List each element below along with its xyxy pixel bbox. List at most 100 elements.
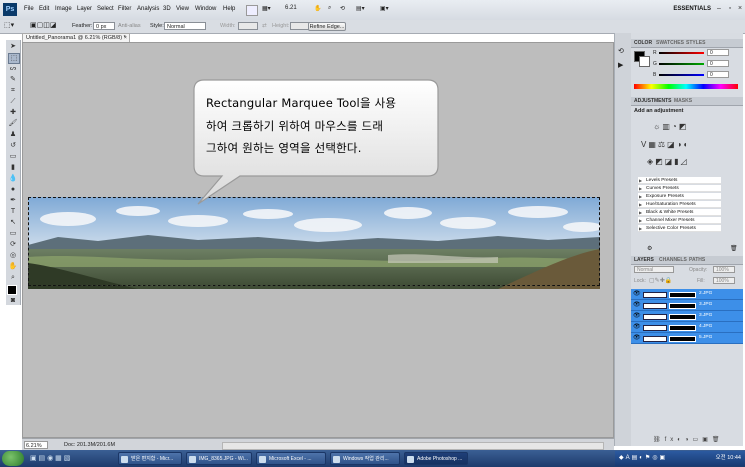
tab-adjustments[interactable]: ADJUSTMENTS	[634, 98, 672, 104]
hand-tool-side-icon[interactable]: ✋	[8, 262, 18, 271]
menu-analysis[interactable]: Analysis	[137, 6, 159, 12]
adjustment-icons-row-3[interactable]: ◈◩◪▮◿	[647, 157, 689, 166]
color-slider-b[interactable]	[659, 74, 704, 76]
shape-tool-icon[interactable]: ▭	[8, 229, 18, 238]
hand-tool-icon[interactable]: ✋	[314, 5, 321, 14]
refine-edge-button[interactable]: Refine Edge...	[308, 22, 346, 31]
color-background-swatch[interactable]	[639, 56, 650, 67]
tray-icons[interactable]: ◆A▤◐⚑◎▣	[619, 451, 667, 466]
eraser-tool-icon[interactable]: ▭	[8, 152, 18, 161]
rotate-view-icon[interactable]: ⟲	[340, 5, 345, 14]
blend-mode-select[interactable]: Normal	[634, 266, 674, 273]
preset-levels[interactable]: Levels Presets	[638, 177, 721, 184]
gradient-tool-icon[interactable]: ▮	[8, 163, 18, 172]
taskbar-clock[interactable]: 오전 10:44	[716, 451, 741, 466]
preset-black-white[interactable]: Black & White Presets	[638, 209, 721, 216]
menu-image[interactable]: Image	[55, 6, 72, 12]
workspace-switcher[interactable]: ESSENTIALS	[673, 6, 711, 12]
minimize-icon[interactable]: –	[715, 4, 723, 14]
color-value-g[interactable]: 0	[707, 60, 729, 67]
3d-rotate-tool-icon[interactable]: ⟳	[8, 240, 18, 249]
layer-row[interactable]: 👁 4.JPG	[631, 322, 743, 333]
fill-input[interactable]: 100%	[713, 277, 735, 284]
document-close-icon[interactable]: ×	[124, 34, 127, 42]
preset-hue-saturation[interactable]: Hue/Saturation Presets	[638, 201, 721, 208]
pen-tool-icon[interactable]: ✒	[8, 196, 18, 205]
type-tool-icon[interactable]: T	[8, 207, 18, 216]
start-button[interactable]	[2, 451, 24, 466]
move-tool-icon[interactable]: ➤	[8, 42, 18, 51]
adjustment-icons-row-2[interactable]: V▦⚖◪◑◐	[641, 140, 690, 149]
brush-tool-icon[interactable]: 🖌	[8, 119, 18, 128]
task-image-viewer[interactable]: IMG_8365.JPG - Wi...	[186, 452, 252, 465]
layer-mask-thumbnail[interactable]	[669, 292, 696, 298]
blur-tool-icon[interactable]: 💧	[8, 174, 18, 183]
layer-visibility-eye-icon[interactable]: 👁	[633, 322, 641, 332]
clone-stamp-tool-icon[interactable]: ♟	[8, 130, 18, 139]
preset-curves[interactable]: Curves Presets	[638, 185, 721, 192]
actions-panel-icon[interactable]: ▶	[618, 61, 623, 69]
3d-orbit-tool-icon[interactable]: ◎	[8, 251, 18, 260]
horizontal-scrollbar[interactable]	[222, 442, 604, 450]
layer-visibility-eye-icon[interactable]: 👁	[633, 333, 641, 343]
close-icon[interactable]: ×	[736, 4, 744, 14]
menu-layer[interactable]: Layer	[77, 6, 92, 12]
swap-icon[interactable]: ⇄	[262, 23, 267, 29]
layer-mask-thumbnail[interactable]	[669, 325, 696, 331]
layer-visibility-eye-icon[interactable]: 👁	[633, 300, 641, 310]
adjustment-trash-icon[interactable]: 🗑	[730, 245, 738, 252]
task-outlook[interactable]: 받은 편지함 - Micr...	[118, 452, 182, 465]
layer-name[interactable]: 3.JPG	[699, 300, 712, 310]
layer-name[interactable]: 2.JPG	[699, 289, 712, 299]
layer-mask-thumbnail[interactable]	[669, 336, 696, 342]
color-value-b[interactable]: 0	[707, 71, 729, 78]
lock-icons[interactable]: ▢✎✚🔒	[649, 277, 672, 284]
crop-tool-icon[interactable]: ⌗	[8, 86, 18, 95]
screen-mode-icon[interactable]: ▣▾	[380, 5, 389, 14]
tab-masks[interactable]: MASKS	[674, 98, 692, 104]
quick-mask-icon[interactable]: ◙	[8, 296, 18, 305]
preset-selective-color[interactable]: Selective Color Presets	[638, 225, 721, 232]
task-photoshop[interactable]: Adobe Photoshop ...	[404, 452, 468, 465]
history-brush-tool-icon[interactable]: ↺	[8, 141, 18, 150]
history-panel-icon[interactable]: ⟲	[618, 47, 624, 55]
layer-row[interactable]: 👁 3.JPG	[631, 311, 743, 322]
color-slider-r[interactable]	[659, 52, 704, 54]
menu-select[interactable]: Select	[97, 6, 114, 12]
layers-footer-icons[interactable]: ⛓fx◐◑▭▣🗑	[653, 436, 724, 443]
layer-name[interactable]: 4.JPG	[699, 322, 712, 332]
adjustment-footer-icon[interactable]: ⚙	[647, 245, 652, 252]
layer-visibility-eye-icon[interactable]: 👁	[633, 289, 641, 299]
layer-name[interactable]: 5.JPG	[699, 333, 712, 343]
zoom-tool-side-icon[interactable]: ⌕	[8, 273, 18, 282]
preset-channel-mixer[interactable]: Channel Mixer Presets	[638, 217, 721, 224]
rectangular-marquee-tool-icon[interactable]: ⬚	[8, 53, 20, 64]
layer-name[interactable]: 3.JPG	[699, 311, 712, 321]
marquee-selection[interactable]	[28, 197, 600, 286]
tab-channels[interactable]: CHANNELS	[659, 257, 687, 263]
menu-3d[interactable]: 3D	[163, 6, 171, 12]
doc-size-info[interactable]: Doc: 201.3M/201.6M	[64, 442, 115, 448]
opacity-input[interactable]: 100%	[713, 266, 735, 273]
tab-paths[interactable]: PATHS	[689, 257, 705, 263]
status-zoom-input[interactable]: 6.21%	[24, 441, 48, 449]
menu-help[interactable]: Help	[223, 6, 235, 12]
menu-edit[interactable]: Edit	[39, 6, 49, 12]
healing-brush-tool-icon[interactable]: ✚	[8, 108, 18, 117]
antialias-checkbox[interactable]: Anti-alias	[118, 23, 141, 29]
quick-selection-tool-icon[interactable]: ✎	[8, 75, 18, 84]
dodge-tool-icon[interactable]: ●	[8, 185, 18, 194]
layer-row[interactable]: 👁 5.JPG	[631, 333, 743, 344]
bridge-icon[interactable]	[246, 5, 258, 16]
layer-mask-thumbnail[interactable]	[669, 314, 696, 320]
layer-row[interactable]: 👁 3.JPG	[631, 300, 743, 311]
foreground-color-swatch[interactable]	[7, 285, 17, 295]
task-task-manager[interactable]: Windows 작업 관리...	[330, 452, 400, 465]
feather-input[interactable]: 0 px	[93, 22, 115, 30]
style-select[interactable]: Normal	[164, 22, 206, 30]
layer-mask-thumbnail[interactable]	[669, 303, 696, 309]
layer-row[interactable]: 👁 2.JPG	[631, 289, 743, 300]
menu-window[interactable]: Window	[195, 6, 216, 12]
tab-color[interactable]: COLOR	[634, 40, 652, 46]
restore-icon[interactable]: ▫	[726, 4, 734, 14]
